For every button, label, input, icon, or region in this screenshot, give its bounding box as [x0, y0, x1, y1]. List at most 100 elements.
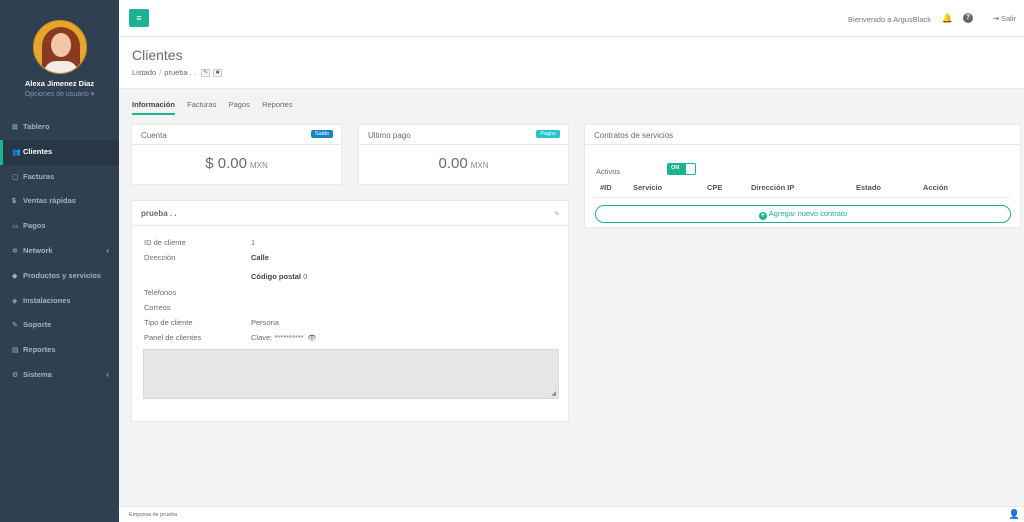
sidebar-item-label: Sistema [23, 369, 52, 379]
client-type-label: Tipo de cliente [144, 318, 193, 327]
postal-code-label: Código postal [251, 272, 301, 281]
profile-name: Alexa Jimenez Diaz [24, 79, 95, 88]
tab-facturas[interactable]: Facturas [187, 100, 216, 113]
network-icon: ✲ [12, 247, 18, 255]
emails-label: Correos [144, 303, 171, 312]
users-icon: 👥 [12, 148, 21, 156]
sidebar-item-soporte[interactable]: ✎ Soporte [0, 313, 119, 338]
delete-icon[interactable]: ■ [213, 69, 223, 78]
sidebar-item-network[interactable]: ✲ Network ‹ [0, 239, 119, 264]
panel-title: Contratos de servicios [585, 125, 1020, 145]
sidebar-item-sistema[interactable]: ⚙ Sistema ‹ [0, 363, 119, 388]
panel-title: Cuenta Saldo [132, 125, 341, 145]
add-contract-button[interactable]: + Agregar nuevo contrato [595, 205, 1011, 223]
add-contract-label: Agregar nuevo contrato [768, 209, 848, 218]
address-value: Calle [251, 253, 269, 262]
last-payment-amount: 0.00 [438, 155, 468, 172]
install-icon: ◈ [12, 297, 18, 305]
client-details-panel: prueba . . ✎ ID de cliente 1 Dirección C… [131, 200, 569, 422]
column-header-servicio[interactable]: Servicio [633, 183, 662, 192]
top-navbar: ≡ Bienvenido a ArgusBlack 🔔 ? ⇥ Salir [119, 0, 1024, 37]
phones-label: Teléfonos [144, 288, 177, 297]
profile-block: Alexa Jimenez Diaz Opciones de usuario ▾ [0, 0, 119, 110]
sidebar-item-ventas-rapidas[interactable]: $ Ventas rápidas [0, 189, 119, 214]
client-panel-value: Clave: ********** 👁 [251, 333, 316, 342]
balance-amount: $ 0.00 [205, 155, 247, 172]
table-divider [594, 197, 1010, 198]
bell-icon[interactable]: 🔔 [942, 13, 953, 24]
client-id-label: ID de cliente [144, 238, 186, 247]
tab-informacion[interactable]: Información [132, 100, 175, 115]
resize-handle-icon[interactable]: ◢ [551, 390, 556, 397]
sidebar-item-label: Pagos [23, 221, 46, 231]
page-title: Clientes [132, 47, 183, 63]
panel-title: Ultimo pago Pagos [359, 125, 568, 145]
sidebar-item-label: Tablero [23, 122, 50, 131]
cogs-icon: ⚙ [12, 371, 19, 379]
contracts-panel: Contratos de servicios Activos ON #ID Se… [584, 124, 1021, 228]
account-title: Cuenta [141, 131, 167, 140]
sidebar-nav: ⊞ Tablero 👥 Clientes ▢ Facturas $ Ventas ráp… [0, 115, 119, 388]
column-header-accion: Acción [923, 183, 949, 192]
money-icon: ▭ [12, 223, 19, 231]
chevron-left-icon: ‹ [106, 245, 109, 255]
client-type-value: Persona [251, 318, 279, 327]
plus-circle-icon: + [758, 212, 767, 220]
wrench-icon: ✎ [12, 322, 18, 330]
sidebar-item-pagos[interactable]: ▭ Pagos [0, 214, 119, 239]
tag-icon: ◆ [12, 272, 18, 280]
sidebar-item-label: Ventas rápidas [23, 196, 76, 206]
dollar-icon: $ [12, 198, 16, 206]
account-balance: $ 0.00 MXN [132, 145, 341, 172]
menu-toggle-button[interactable]: ≡ [129, 9, 149, 27]
book-icon: ▤ [12, 347, 19, 355]
sidebar-item-reportes[interactable]: ▤ Reportes [0, 338, 119, 363]
logout-link[interactable]: ⇥ Salir [993, 14, 1016, 23]
edit-icon[interactable]: ✎ [201, 69, 211, 78]
user-icon[interactable]: 👤 [1009, 509, 1020, 520]
dashboard-icon: ⊞ [12, 124, 18, 131]
sidebar-item-instalaciones[interactable]: ◈ Instalaciones [0, 289, 119, 314]
client-id-value: 1 [251, 238, 256, 247]
column-header-cpe[interactable]: CPE [707, 183, 722, 192]
document-icon: ▢ [12, 173, 19, 181]
footer: Empresa de prueba 👤 [119, 506, 1024, 522]
help-icon[interactable]: ? [963, 13, 973, 23]
client-panel-label: Panel de clientes [144, 333, 202, 342]
avatar[interactable] [32, 20, 87, 74]
sidebar-item-label: Clientes [23, 146, 53, 156]
tab-reportes[interactable]: Reportes [262, 100, 292, 113]
postal-code-value: 0 [303, 272, 308, 281]
active-filter-label: Activos [596, 167, 621, 176]
column-header-ip[interactable]: Dirección IP [751, 183, 794, 192]
toggle-knob [686, 164, 695, 174]
breadcrumb-listado-link[interactable]: Listado [132, 68, 156, 77]
user-options-dropdown[interactable]: Opciones de usuario ▾ [0, 90, 119, 98]
tab-pagos[interactable]: Pagos [229, 100, 250, 113]
notes-textarea[interactable]: ◢ [143, 349, 559, 399]
password-value: Clave: ********** [251, 333, 304, 342]
sidebar-item-tablero[interactable]: ⊞ Tablero [0, 115, 119, 140]
last-payment-currency: MXN [470, 161, 489, 170]
active-toggle[interactable]: ON [667, 163, 696, 175]
last-payment-panel: Ultimo pago Pagos 0.00 MXN [358, 124, 569, 185]
eye-icon[interactable]: 👁 [308, 335, 317, 342]
sidebar-item-clientes[interactable]: 👥 Clientes [0, 139, 119, 165]
chevron-left-icon: ‹ [106, 369, 109, 379]
sidebar-item-productos[interactable]: ◆ Productos y servicios [0, 264, 119, 289]
page-heading: Clientes Listado / prueba . . ✎ ■ [119, 37, 1024, 89]
breadcrumb-current: prueba . . [164, 68, 196, 77]
company-name: Empresa de prueba [129, 512, 178, 518]
sidebar-item-label: Network [23, 245, 53, 255]
column-header-estado[interactable]: Estado [856, 183, 881, 192]
breadcrumb-separator: / [159, 68, 162, 77]
sidebar-item-label: Facturas [23, 171, 55, 181]
saldo-badge: Saldo [310, 130, 333, 138]
column-header-id[interactable]: #ID [600, 183, 612, 192]
edit-icon[interactable]: ✎ [554, 210, 560, 218]
client-name-title: prueba . . [141, 209, 177, 218]
welcome-message: Bienvenido a ArgusBlack [848, 15, 931, 24]
sidebar-item-label: Instalaciones [23, 295, 71, 305]
last-payment-title: Ultimo pago [368, 131, 411, 140]
sidebar-item-facturas[interactable]: ▢ Facturas [0, 165, 119, 190]
